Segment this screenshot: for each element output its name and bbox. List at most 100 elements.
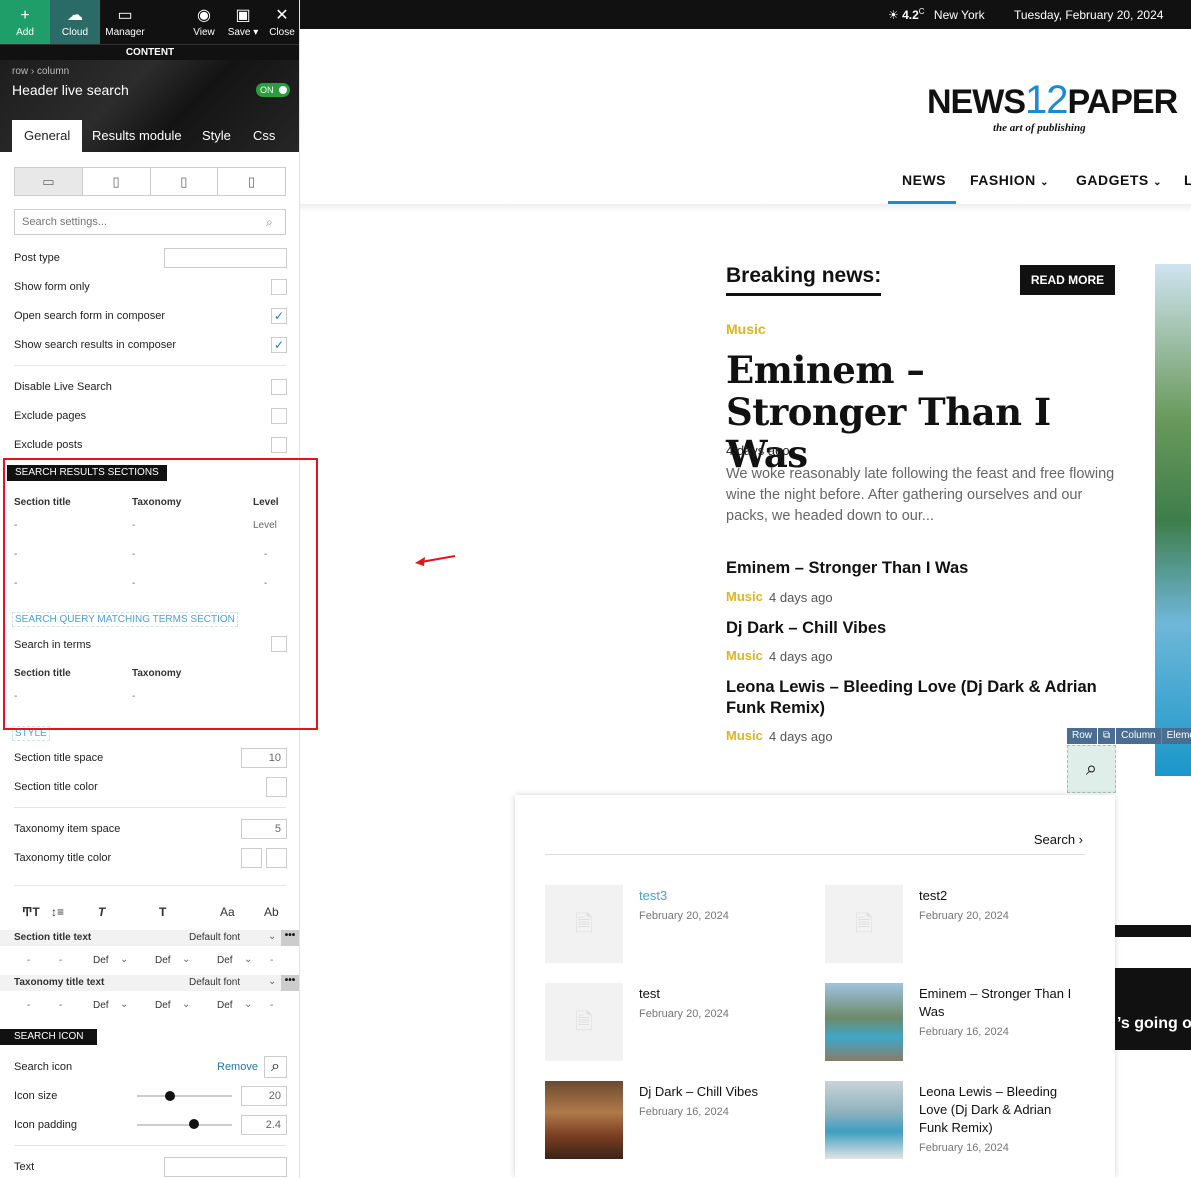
- result-title[interactable]: test: [639, 985, 799, 1003]
- save-icon: ▣: [235, 6, 251, 24]
- font-weight-select[interactable]: Def: [155, 1000, 171, 1011]
- result-date: February 16, 2024: [919, 1142, 1009, 1154]
- result-title[interactable]: Eminem – Stronger Than I Was: [919, 985, 1079, 1021]
- divider: [14, 365, 286, 366]
- show-results-checkbox[interactable]: ✓: [271, 337, 287, 353]
- tax-title-hover-color-picker[interactable]: [266, 848, 287, 868]
- result-title[interactable]: test3: [639, 887, 799, 905]
- search-link[interactable]: Search ›: [1034, 832, 1083, 847]
- line-height-value[interactable]: -: [59, 1000, 62, 1011]
- section-title-space-input[interactable]: 10: [241, 748, 287, 768]
- result-title[interactable]: test2: [919, 887, 1079, 905]
- result-title[interactable]: Dj Dark – Chill Vibes: [639, 1083, 799, 1101]
- article-category[interactable]: Music: [726, 589, 763, 604]
- icon-size-input[interactable]: 20: [241, 1086, 287, 1106]
- breaking-news-title: Breaking news:: [726, 264, 882, 296]
- nav-news[interactable]: NEWS: [902, 172, 946, 188]
- font-family-icon[interactable]: Aa: [220, 905, 235, 919]
- exclude-pages-checkbox[interactable]: [271, 408, 287, 424]
- row-tag[interactable]: Row: [1067, 728, 1098, 744]
- font-style-icon[interactable]: T: [98, 905, 105, 919]
- search-icon-label: Search icon: [14, 1061, 73, 1073]
- breadcrumb[interactable]: row › column: [12, 66, 69, 77]
- tab-results-module[interactable]: Results module: [80, 120, 194, 152]
- tab-css[interactable]: Css: [241, 120, 287, 152]
- line-height-value[interactable]: -: [59, 955, 62, 966]
- open-form-checkbox[interactable]: ✓: [271, 308, 287, 324]
- tab-general[interactable]: General: [12, 120, 83, 152]
- nav-next[interactable]: L: [1184, 172, 1191, 188]
- text-transform-icon[interactable]: Ab: [264, 905, 279, 919]
- element-tag[interactable]: Eleme: [1161, 728, 1191, 744]
- more-options-icon[interactable]: •••: [281, 930, 299, 946]
- font-size-icon[interactable]: ͲT: [22, 905, 40, 919]
- article-title[interactable]: Dj Dark – Chill Vibes: [726, 618, 1116, 639]
- result-item[interactable]: Leona Lewis – Bleeding Love (Dj Dark & A…: [825, 1081, 1095, 1161]
- cloud-button[interactable]: ☁ Cloud: [50, 0, 100, 44]
- on-toggle[interactable]: ON: [256, 83, 290, 97]
- font-size-value[interactable]: -: [27, 1000, 30, 1011]
- result-title[interactable]: Leona Lewis – Bleeding Love (Dj Dark & A…: [919, 1083, 1079, 1137]
- featured-image[interactable]: [1155, 264, 1191, 776]
- result-item[interactable]: Dj Dark – Chill Vibes February 16, 2024: [545, 1081, 815, 1161]
- magnifier-icon[interactable]: ⌕: [264, 1056, 287, 1078]
- article-title[interactable]: Eminem – Stronger Than I Was: [726, 558, 1116, 579]
- add-button[interactable]: + Add: [0, 0, 50, 44]
- remove-icon-link[interactable]: Remove: [217, 1061, 258, 1073]
- exclude-posts-checkbox[interactable]: [271, 437, 287, 453]
- search-settings-input[interactable]: [14, 209, 286, 235]
- font-style-select[interactable]: Def: [93, 955, 109, 966]
- nav-fashion[interactable]: FASHION ⌄: [970, 172, 1049, 188]
- post-type-input[interactable]: [164, 248, 287, 268]
- show-form-only-checkbox[interactable]: [271, 279, 287, 295]
- font-size-value[interactable]: -: [27, 955, 30, 966]
- tab-style[interactable]: Style: [190, 120, 243, 152]
- main-article-category[interactable]: Music: [726, 321, 766, 337]
- save-button[interactable]: ▣ Save ▾: [224, 0, 262, 44]
- text-input[interactable]: [164, 1157, 287, 1177]
- font-weight-select[interactable]: Def: [155, 955, 171, 966]
- close-button[interactable]: ✕ Close: [264, 0, 299, 44]
- article-category[interactable]: Music: [726, 728, 763, 743]
- manager-icon: ▭: [117, 6, 133, 24]
- search-icon[interactable]: ⌕: [1067, 745, 1116, 793]
- result-item[interactable]: 🗎 test3 February 20, 2024: [545, 885, 815, 965]
- result-item[interactable]: 🗎 test2 February 20, 2024: [825, 885, 1095, 965]
- manager-button[interactable]: ▭ Manager: [100, 0, 150, 44]
- tablet-portrait-icon[interactable]: ▯: [151, 168, 219, 195]
- icon-padding-slider-handle[interactable]: [189, 1119, 199, 1129]
- read-more-button[interactable]: READ MORE: [1020, 265, 1115, 295]
- text-transform-select[interactable]: Def: [217, 1000, 233, 1011]
- phone-icon[interactable]: ▯: [218, 168, 285, 195]
- column-tag[interactable]: Column: [1116, 728, 1161, 744]
- icon-padding-input[interactable]: 2.4: [241, 1115, 287, 1135]
- article-category[interactable]: Music: [726, 648, 763, 663]
- nav-gadgets[interactable]: GADGETS ⌄: [1076, 172, 1162, 188]
- tablet-landscape-icon[interactable]: ▯: [83, 168, 151, 195]
- font-weight-icon[interactable]: T: [159, 905, 166, 919]
- section-title-color-picker[interactable]: [266, 777, 287, 797]
- result-item[interactable]: 🗎 test February 20, 2024: [545, 983, 815, 1063]
- letter-spacing-value[interactable]: -: [270, 955, 273, 966]
- view-button[interactable]: ◉ View: [186, 0, 222, 44]
- tax-item-space-input[interactable]: 5: [241, 819, 287, 839]
- text-transform-select[interactable]: Def: [217, 955, 233, 966]
- article-title[interactable]: Leona Lewis – Bleeding Love (Dj Dark & A…: [726, 677, 1116, 719]
- icon-size-slider-handle[interactable]: [165, 1091, 176, 1101]
- font-family-select[interactable]: Default font: [189, 932, 240, 943]
- letter-spacing-value[interactable]: -: [270, 1000, 273, 1011]
- more-options-icon[interactable]: •••: [281, 975, 299, 991]
- copy-icon[interactable]: ⧉: [1098, 728, 1116, 744]
- red-arrow-icon: [415, 555, 456, 566]
- desktop-icon[interactable]: ▭: [15, 168, 83, 195]
- font-style-select[interactable]: Def: [93, 1000, 109, 1011]
- line-height-icon[interactable]: ↕≡: [51, 905, 64, 919]
- result-item[interactable]: Eminem – Stronger Than I Was February 16…: [825, 983, 1095, 1063]
- icon-size-slider[interactable]: [137, 1095, 232, 1097]
- search-icon-header: SEARCH ICON: [0, 1029, 98, 1045]
- disable-live-checkbox[interactable]: [271, 379, 287, 395]
- font-family-select[interactable]: Default font: [189, 977, 240, 988]
- icon-padding-slider[interactable]: [137, 1124, 232, 1126]
- site-logo[interactable]: NEWS12PAPER: [927, 78, 1178, 123]
- tax-title-color-picker[interactable]: [241, 848, 262, 868]
